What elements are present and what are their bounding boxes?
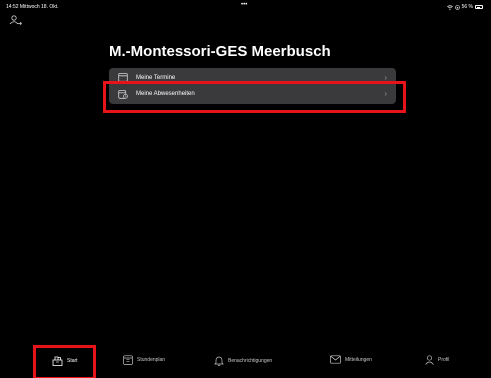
home-icon [52,356,63,366]
page-title: M.-Montessori-GES Meerbusch [109,43,331,60]
absence-calendar-icon [118,90,128,99]
tab-start[interactable]: Start [52,355,78,366]
tab-label: Profil [438,357,450,363]
menu-item-meine-termine[interactable]: Meine Termine › [109,68,396,82]
orientation-lock-icon [454,4,460,10]
menu-list: Meine Termine › Meine Abwesenheiten › [109,68,396,104]
profile-switch-button[interactable] [9,14,23,28]
multitasking-dots[interactable]: ••• [241,2,247,8]
battery-icon [475,5,483,9]
person-icon [425,355,434,365]
menu-item-label: Meine Termine [136,75,176,81]
chevron-right-icon: › [384,73,387,82]
tab-label: Start [67,357,78,364]
battery-percent: 56 % [461,4,473,10]
bell-icon [214,356,224,366]
tab-benachrichtigungen[interactable]: Benachrichtigungen [214,355,272,366]
status-time-date: 14:52 Mittwoch 18. Okt. [6,4,59,10]
menu-item-meine-abwesenheiten[interactable]: Meine Abwesenheiten › [109,82,396,104]
calendar-icon [118,73,128,82]
menu-item-label: Meine Abwesenheiten [136,91,195,97]
tab-label: Stundenplan [137,357,166,363]
tab-stundenplan[interactable]: Stundenplan [123,355,165,365]
tab-label: Benachrichtigungen [228,357,273,364]
chevron-right-icon: › [384,89,387,98]
tab-label: Mitteilungen [345,356,372,363]
people-switch-icon [9,15,22,26]
envelope-icon [330,355,341,364]
tab-bar: Start Stundenplan Benachrichtigungen Mit… [0,352,491,378]
timetable-icon [123,355,133,365]
tab-profil[interactable]: Profil [425,355,449,365]
status-bar: 14:52 Mittwoch 18. Okt. ••• 56 % [0,0,491,12]
status-indicators: 56 % [446,4,483,10]
tab-mitteilungen[interactable]: Mitteilungen [330,355,372,364]
wifi-icon [446,4,453,10]
